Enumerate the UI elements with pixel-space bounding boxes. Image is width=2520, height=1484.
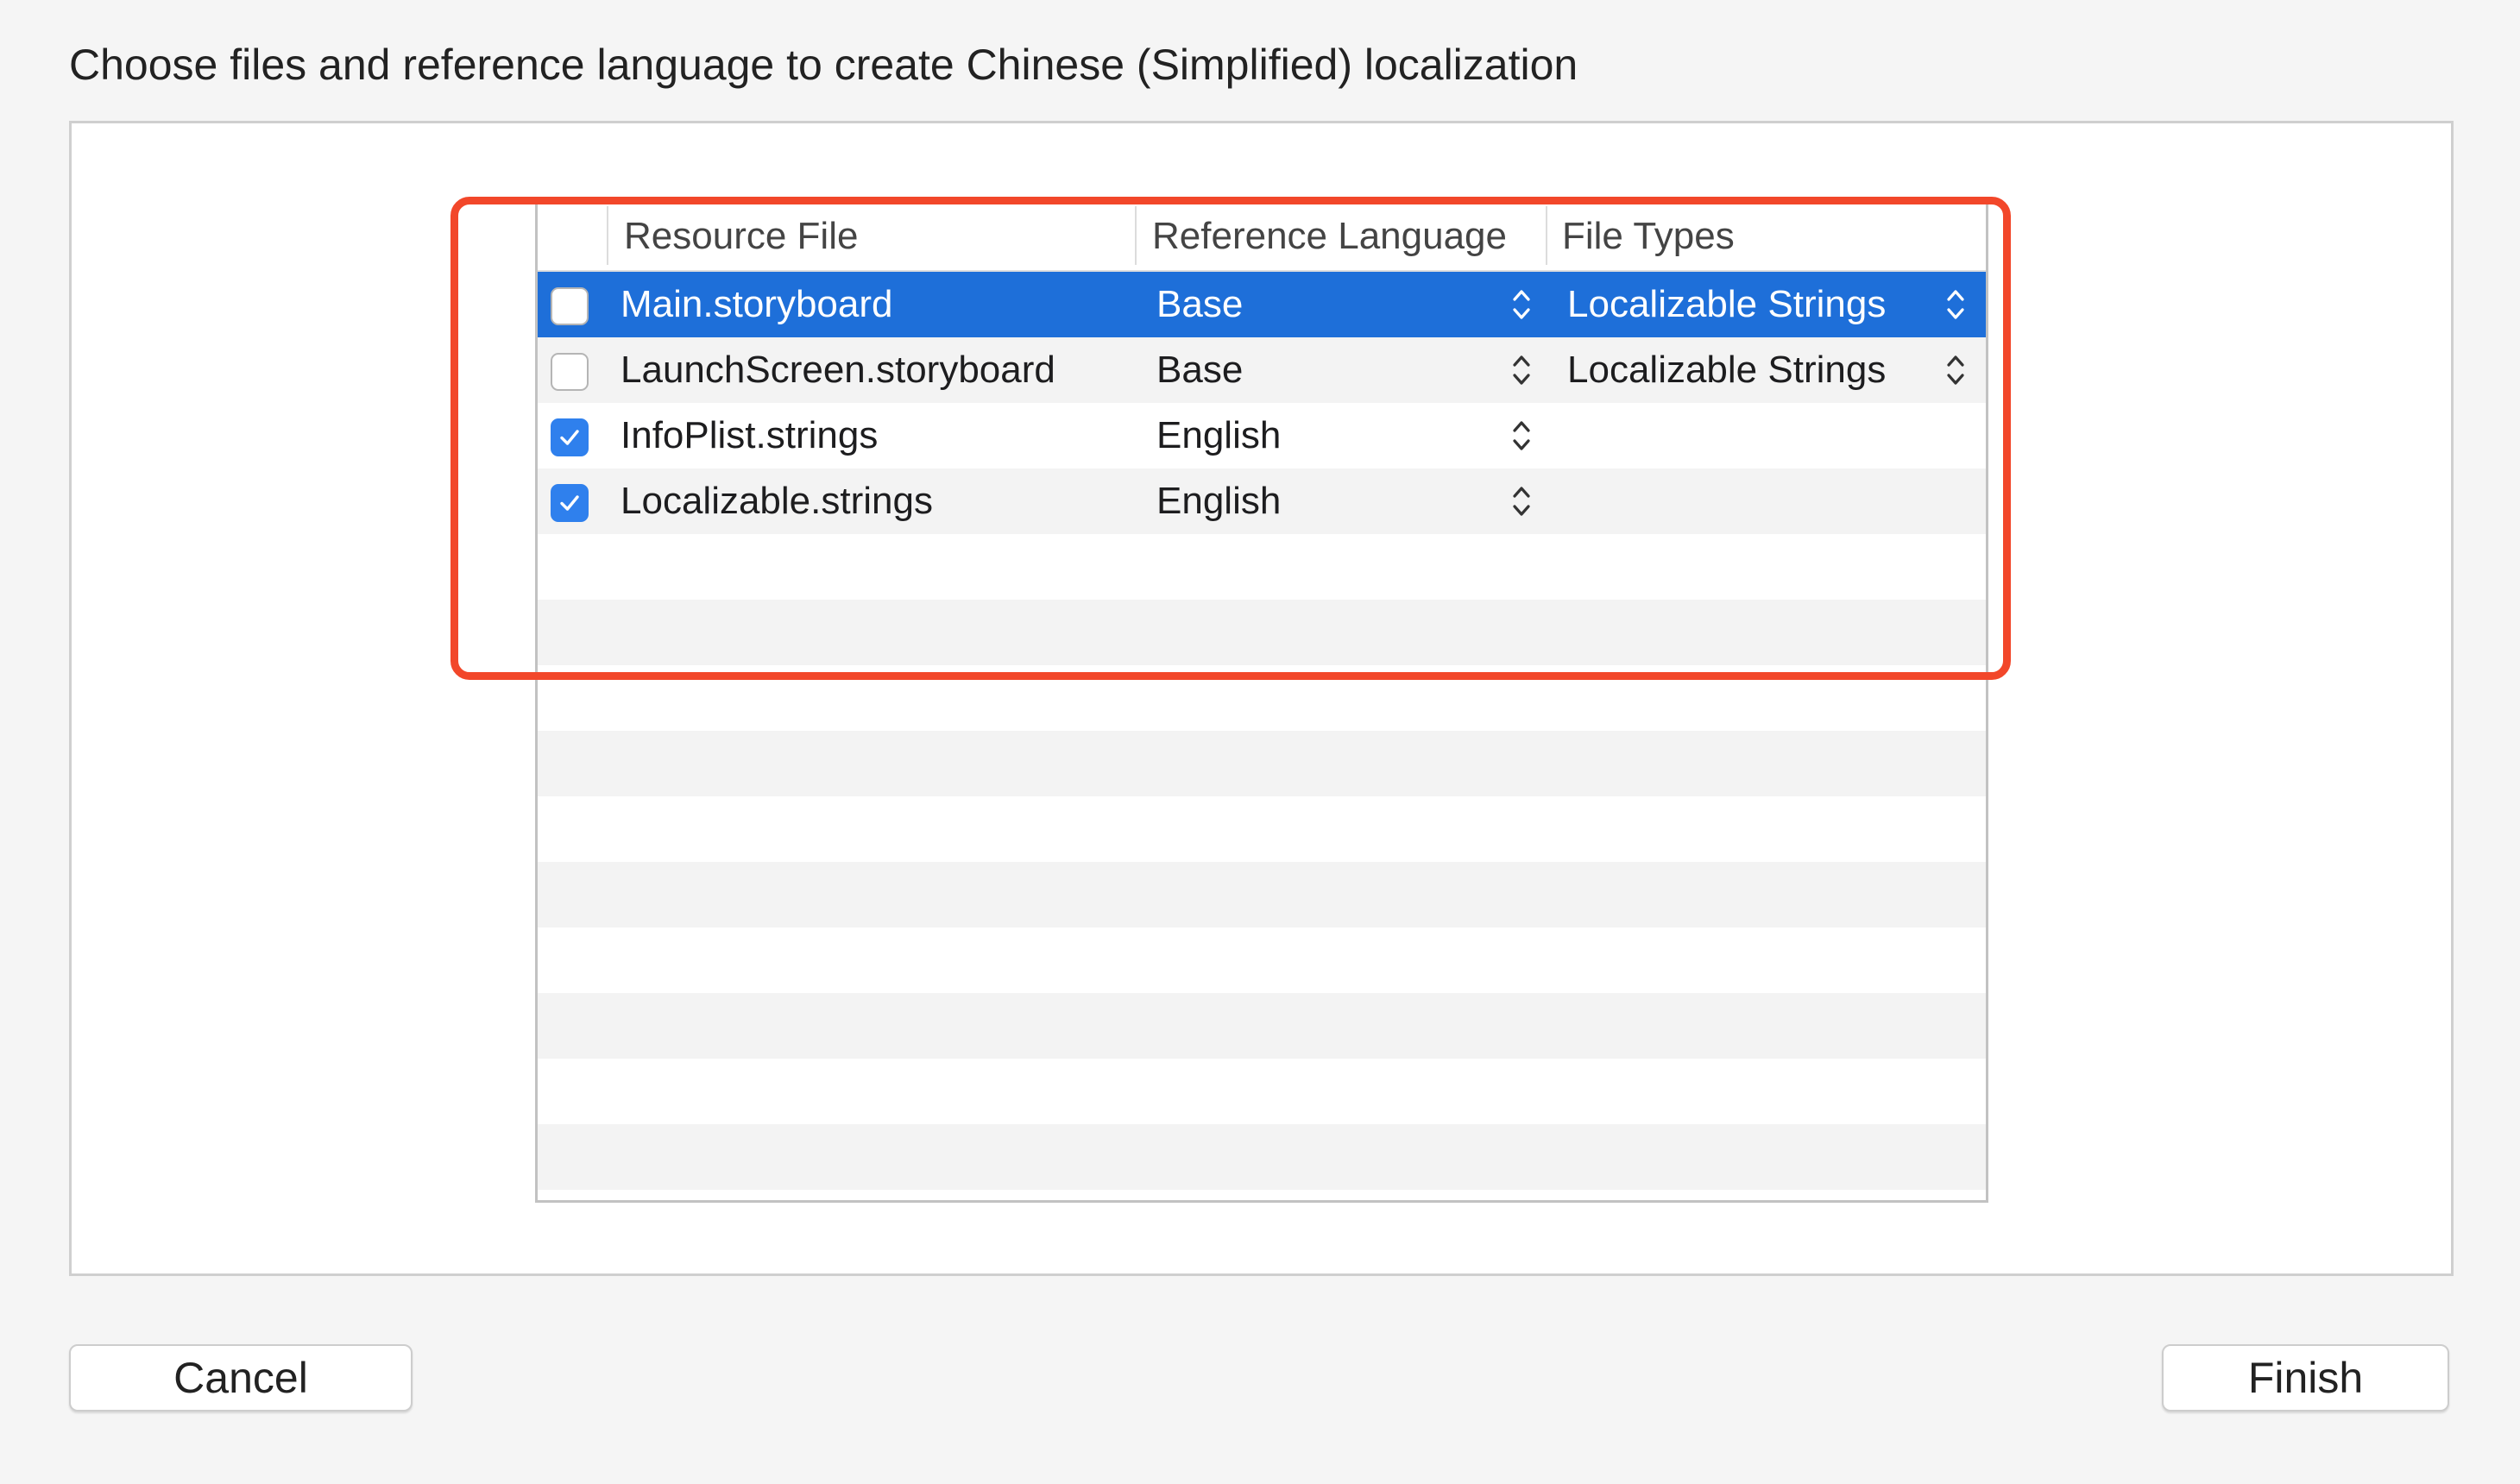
file-type-chevron-updown-icon[interactable] [1944,286,1967,324]
empty-row [538,796,1986,862]
include-checkbox[interactable] [551,287,589,325]
empty-row [538,1124,1986,1190]
empty-row [538,600,1986,665]
column-header-resource-file[interactable]: Resource File [624,203,858,270]
empty-row [538,928,1986,993]
dialog-title: Choose files and reference language to c… [69,41,1578,89]
table-row[interactable]: Main.storyboard Base Localizable Strings [538,272,1986,337]
include-checkbox[interactable] [551,484,589,522]
empty-row [538,1059,1986,1124]
resource-file-name: LaunchScreen.storyboard [621,349,1055,391]
file-type-popup[interactable]: Localizable Strings [1567,337,1886,403]
resource-file-name: InfoPlist.strings [621,414,879,456]
cancel-button[interactable]: Cancel [69,1344,413,1412]
language-chevron-updown-icon[interactable] [1510,286,1533,324]
finish-button[interactable]: Finish [2162,1344,2449,1412]
table-header: Resource File Reference Language File Ty… [538,203,1986,272]
file-type-popup[interactable]: Localizable Strings [1567,272,1886,337]
empty-row [538,993,1986,1059]
language-chevron-updown-icon[interactable] [1510,351,1533,389]
resource-file-name: Main.storyboard [621,283,893,325]
column-divider[interactable] [1546,206,1547,265]
reference-language-popup[interactable]: English [1156,403,1281,468]
resource-file-name: Localizable.strings [621,480,933,522]
language-chevron-updown-icon[interactable] [1510,417,1533,455]
column-divider[interactable] [1135,206,1137,265]
reference-language-popup[interactable]: English [1156,468,1281,534]
table-row[interactable]: LaunchScreen.storyboard Base Localizable S… [538,337,1986,403]
localization-table: Resource File Reference Language File Ty… [535,200,1988,1203]
reference-language-popup[interactable]: Base [1156,337,1243,403]
empty-row [538,862,1986,928]
column-divider[interactable] [607,206,608,265]
file-type-chevron-updown-icon[interactable] [1944,351,1967,389]
reference-language-popup[interactable]: Base [1156,272,1243,337]
empty-row [538,731,1986,796]
table-row[interactable]: Localizable.strings English [538,468,1986,534]
include-checkbox[interactable] [551,353,589,391]
column-header-file-types[interactable]: File Types [1562,203,1735,270]
table-row[interactable]: InfoPlist.strings English [538,403,1986,468]
include-checkbox[interactable] [551,418,589,456]
empty-row [538,665,1986,731]
language-chevron-updown-icon[interactable] [1510,482,1533,520]
column-header-reference-language[interactable]: Reference Language [1152,203,1507,270]
empty-row [538,534,1986,600]
